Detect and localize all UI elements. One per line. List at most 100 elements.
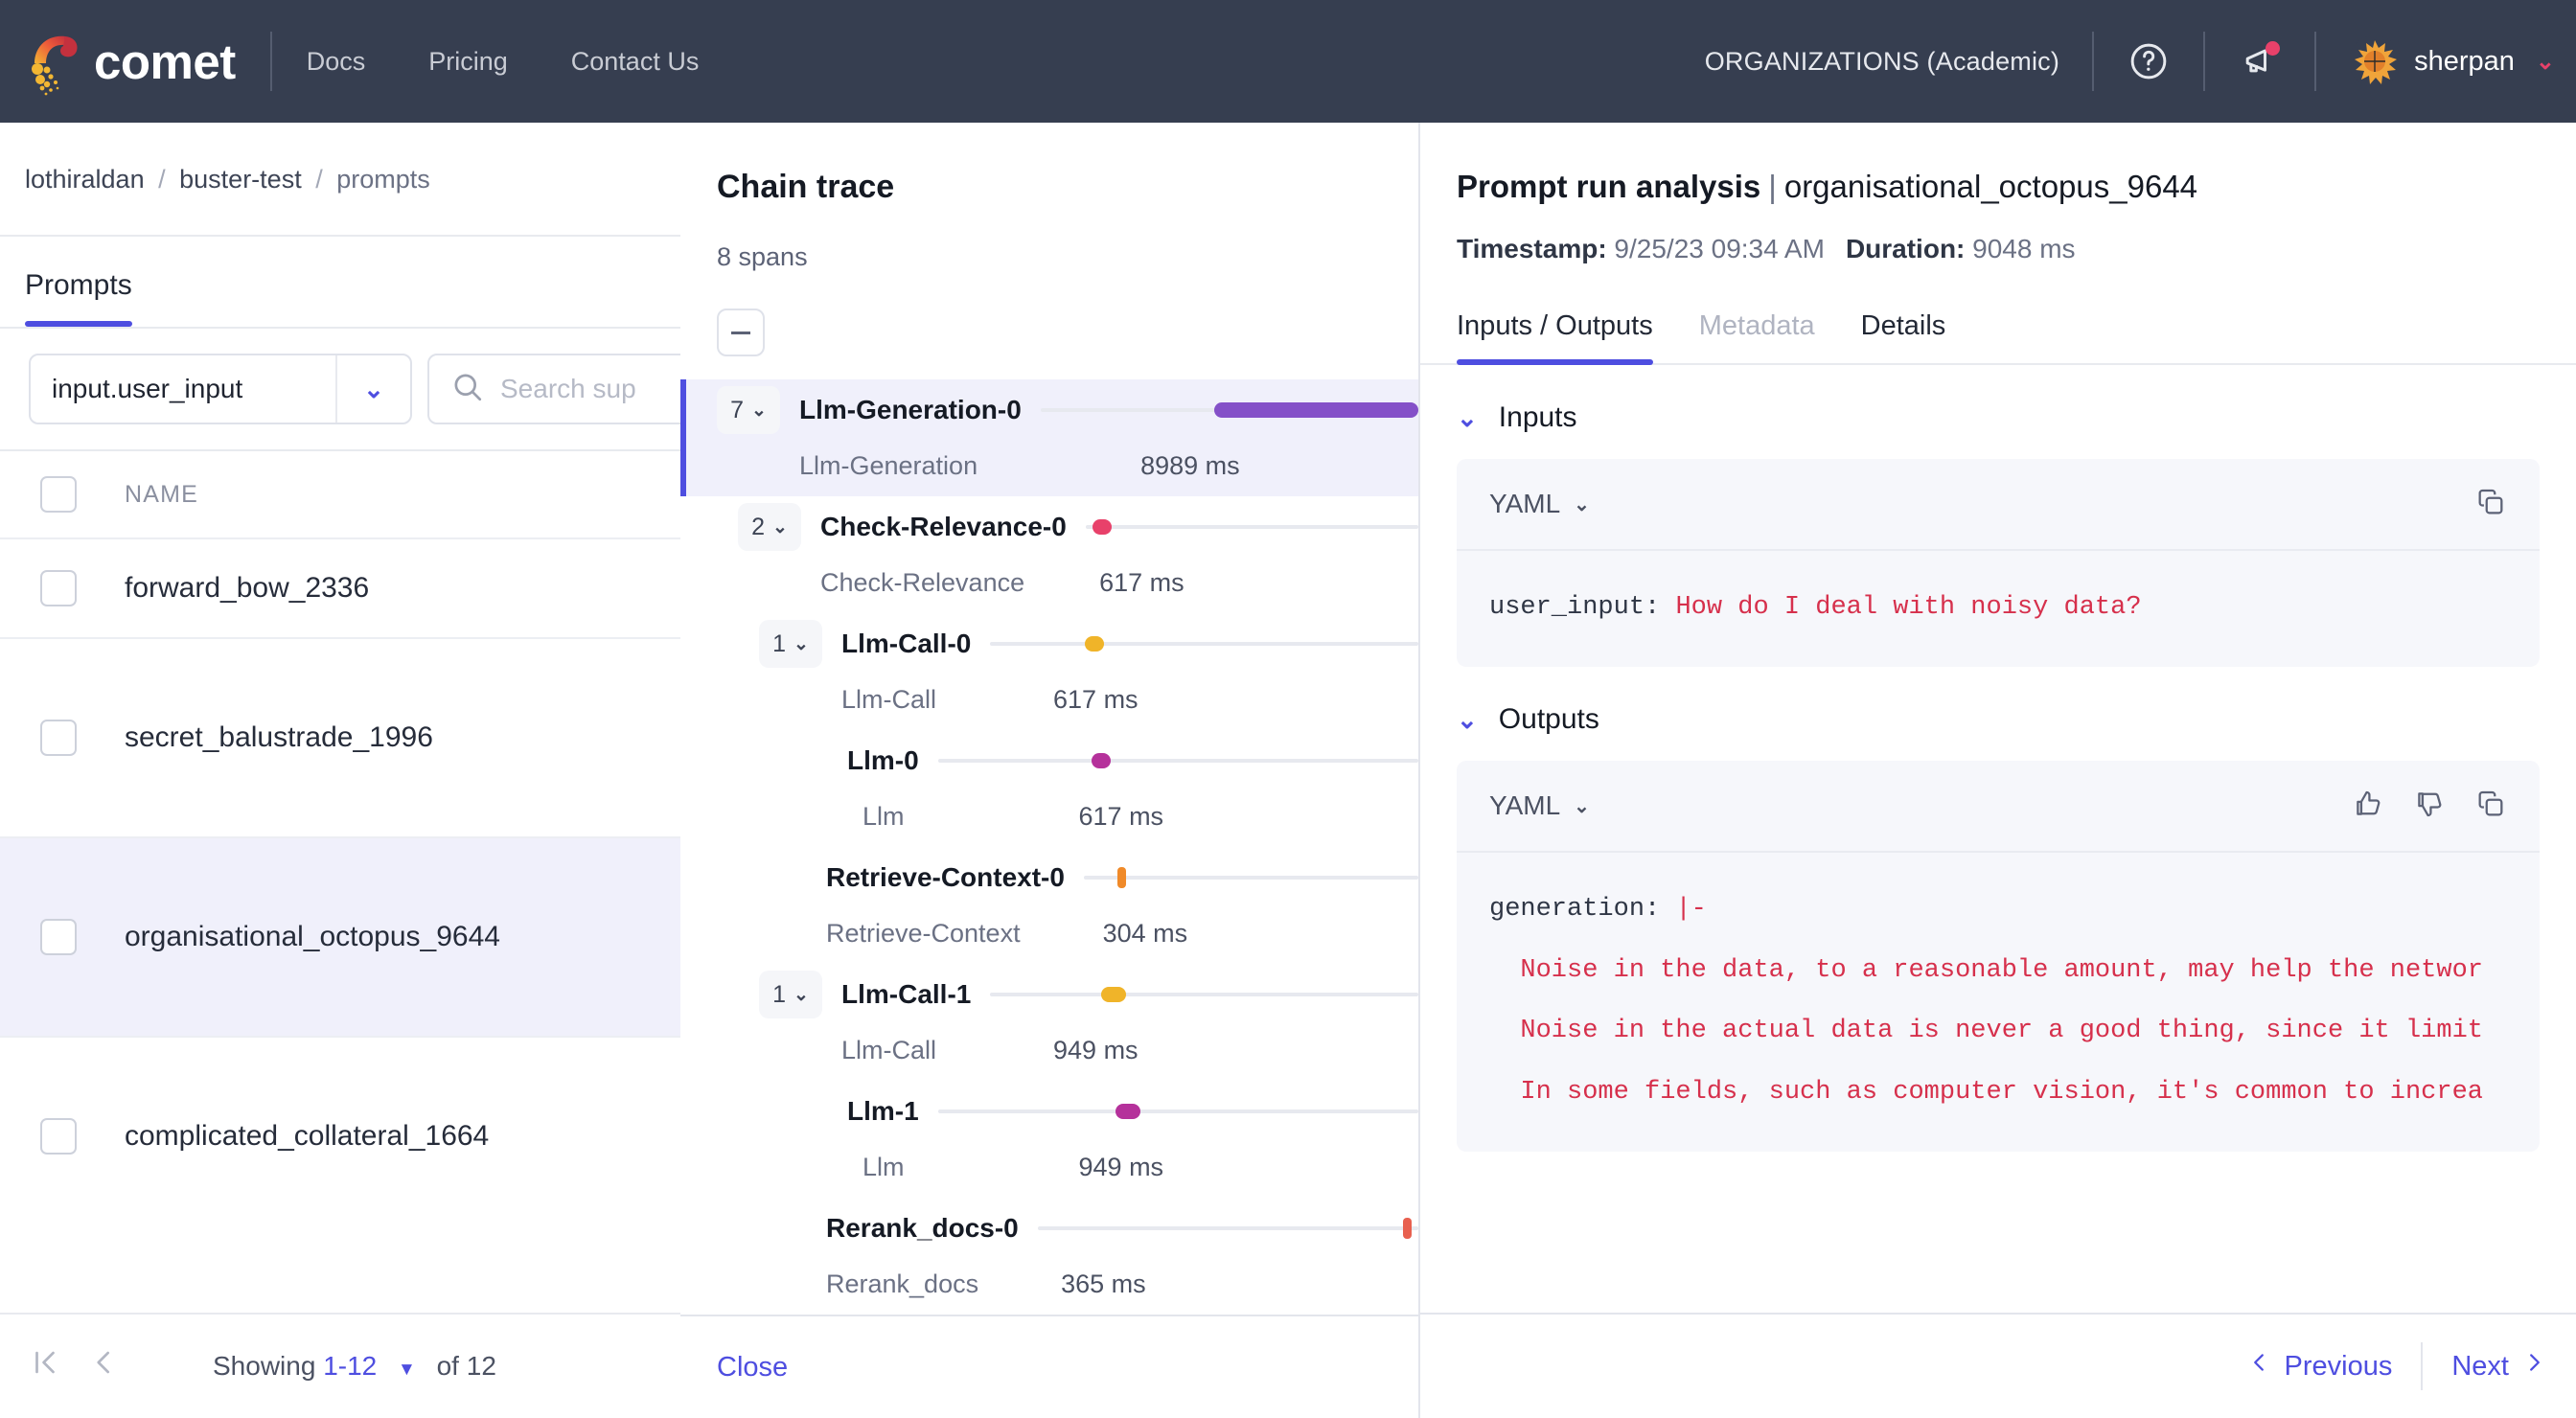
page-range[interactable]: 1-12 [323,1351,377,1381]
duration-label: Duration: [1845,234,1966,263]
inputs-section-header[interactable]: ⌄ Inputs [1420,365,2576,434]
inputs-format-select[interactable]: YAML ⌄ [1489,489,1590,519]
outputs-section-header[interactable]: ⌄ Outputs [1420,667,2576,736]
pagination-status: Showing 1-12 ▼ of 12 [213,1351,496,1382]
question-circle-icon[interactable] [2127,39,2171,83]
span-child-count-badge[interactable]: 1 ⌄ [759,971,822,1018]
row-checkbox[interactable] [40,919,77,955]
span-name: Check-Relevance-0 [820,512,1067,541]
megaphone-icon[interactable] [2238,39,2282,83]
chevron-down-icon[interactable]: ⌄ [335,355,410,423]
outputs-code-card: YAML ⌄ generation: |- Noise in the data,… [1457,761,2540,1153]
chevron-down-icon[interactable]: ⌄ [1457,403,1478,433]
timestamp-value: 9/25/23 09:34 AM [1614,234,1825,263]
outputs-line: Noise in the actual data is never a good… [1489,1017,2483,1045]
collapse-all-button[interactable] [717,309,765,356]
timeline-track [937,759,1418,763]
tab-details[interactable]: Details [1861,310,1946,363]
column-header-name[interactable]: NAME [125,481,198,509]
outputs-format-label: YAML [1489,790,1561,821]
thumbs-up-icon[interactable] [2352,788,2384,825]
span-row[interactable]: Llm-0 Llm 617 ms [680,730,1418,847]
tab-inputs-outputs-label: Inputs / Outputs [1457,310,1653,341]
thumbs-down-icon[interactable] [2413,788,2446,825]
span-duration: 8989 ms [1140,450,1240,480]
chevron-down-icon[interactable]: ⌄ [1457,705,1478,735]
brand-logo[interactable]: comet [0,27,236,96]
span-child-count-badge[interactable]: 1 ⌄ [759,620,822,668]
span-child-count-badge[interactable]: 7 ⌄ [717,386,780,434]
breadcrumb-workspace[interactable]: lothiraldan [25,165,145,194]
span-duration: 617 ms [1053,684,1138,714]
outputs-line-text: Noise in the actual data is never a good… [1520,1017,2483,1046]
divider [2421,1342,2424,1390]
span-duration: 304 ms [1102,918,1188,948]
copy-icon[interactable] [2474,486,2507,523]
close-button[interactable]: Close [717,1352,788,1384]
timeline-bar [1101,987,1127,1002]
chevron-down-icon[interactable]: ⌄ [794,984,809,1006]
chevron-down-icon[interactable]: ⌄ [2536,48,2555,76]
chevron-down-icon[interactable]: ⌄ [751,400,767,422]
timeline-bar [1403,1218,1413,1239]
inputs-code-toolbar: YAML ⌄ [1457,459,2540,551]
breadcrumb-separator: / [158,165,166,194]
outputs-line: In some fields, such as computer vision,… [1489,1078,2483,1107]
nav-link-pricing[interactable]: Pricing [428,47,508,77]
outputs-code-toolbar: YAML ⌄ [1457,761,2540,854]
span-row[interactable]: 7 ⌄ Llm-Generation-0 Llm-Generation 8989… [680,379,1418,496]
inputs-code-value: How do I deal with noisy data? [1675,593,2142,622]
span-name: Rerank_docs-0 [826,1213,1019,1243]
chevron-down-icon[interactable]: ⌄ [772,516,788,538]
inputs-code-body: user_input: How do I deal with noisy dat… [1457,551,2540,667]
outputs-line-text: Noise in the data, to a reasonable amoun… [1520,955,2483,985]
prev-page-icon[interactable] [86,1346,119,1387]
nav-divider [2092,32,2095,91]
span-row[interactable]: Llm-1 Llm 949 ms [680,1081,1418,1198]
copy-icon[interactable] [2474,788,2507,825]
previous-button[interactable]: Previous [2246,1350,2392,1383]
tab-metadata[interactable]: Metadata [1699,310,1815,363]
page-size-dropdown-icon[interactable]: ▼ [398,1360,416,1380]
organizations-label[interactable]: ORGANIZATIONS (Academic) [1705,47,2059,77]
tab-inputs-outputs[interactable]: Inputs / Outputs [1457,310,1653,365]
select-all-checkbox[interactable] [40,476,77,513]
nav-link-contact-us[interactable]: Contact Us [571,47,700,77]
inputs-toolbar-actions [2474,486,2507,523]
row-checkbox[interactable] [40,1118,77,1155]
column-select[interactable]: input.user_input ⌄ [29,354,412,424]
span-row[interactable]: Retrieve-Context-0 Retrieve-Context 304 … [680,847,1418,964]
span-name: Llm-Generation-0 [799,395,1022,424]
span-timeline [1085,496,1418,558]
span-child-count-badge[interactable]: 2 ⌄ [738,503,801,551]
run-name: organisational_octopus_9644 [1783,169,2198,204]
row-checkbox[interactable] [40,720,77,756]
row-name: complicated_collateral_1664 [125,1120,490,1152]
span-timeline [990,964,1418,1025]
span-count-label: 8 spans [717,242,808,271]
nav-link-docs[interactable]: Docs [307,47,366,77]
span-row[interactable]: Rerank_docs-0 Rerank_docs 365 ms [680,1198,1418,1315]
span-row[interactable]: 1 ⌄ Llm-Call-0 Llm-Call 617 ms [680,613,1418,730]
user-menu[interactable]: sherpan ⌄ [2349,35,2555,87]
outputs-block-marker: |- [1675,895,1707,925]
inputs-format-label: YAML [1489,489,1561,518]
next-button[interactable]: Next [2451,1350,2547,1383]
breadcrumb-project[interactable]: buster-test [179,165,302,194]
tab-prompts[interactable]: Prompts [25,237,132,327]
tab-active-underline [25,321,132,327]
chevron-down-icon[interactable]: ⌄ [794,633,809,655]
row-checkbox[interactable] [40,570,77,606]
span-timeline [1083,847,1418,908]
outputs-format-select[interactable]: YAML ⌄ [1489,790,1590,821]
inputs-section-label: Inputs [1498,401,1577,433]
span-name: Llm-0 [847,745,919,775]
chevron-down-icon[interactable]: ⌄ [1574,492,1590,516]
first-page-icon[interactable] [29,1346,61,1387]
page-title: Prompt run analysis | organisational_octop… [1420,123,2576,205]
title-separator: | [1768,169,1777,204]
span-row[interactable]: 2 ⌄ Check-Relevance-0 Check-Relevance 61… [680,496,1418,613]
span-row[interactable]: 1 ⌄ Llm-Call-1 Llm-Call 949 ms [680,964,1418,1081]
timeline-bar [1214,402,1418,418]
chevron-down-icon[interactable]: ⌄ [1574,794,1590,818]
